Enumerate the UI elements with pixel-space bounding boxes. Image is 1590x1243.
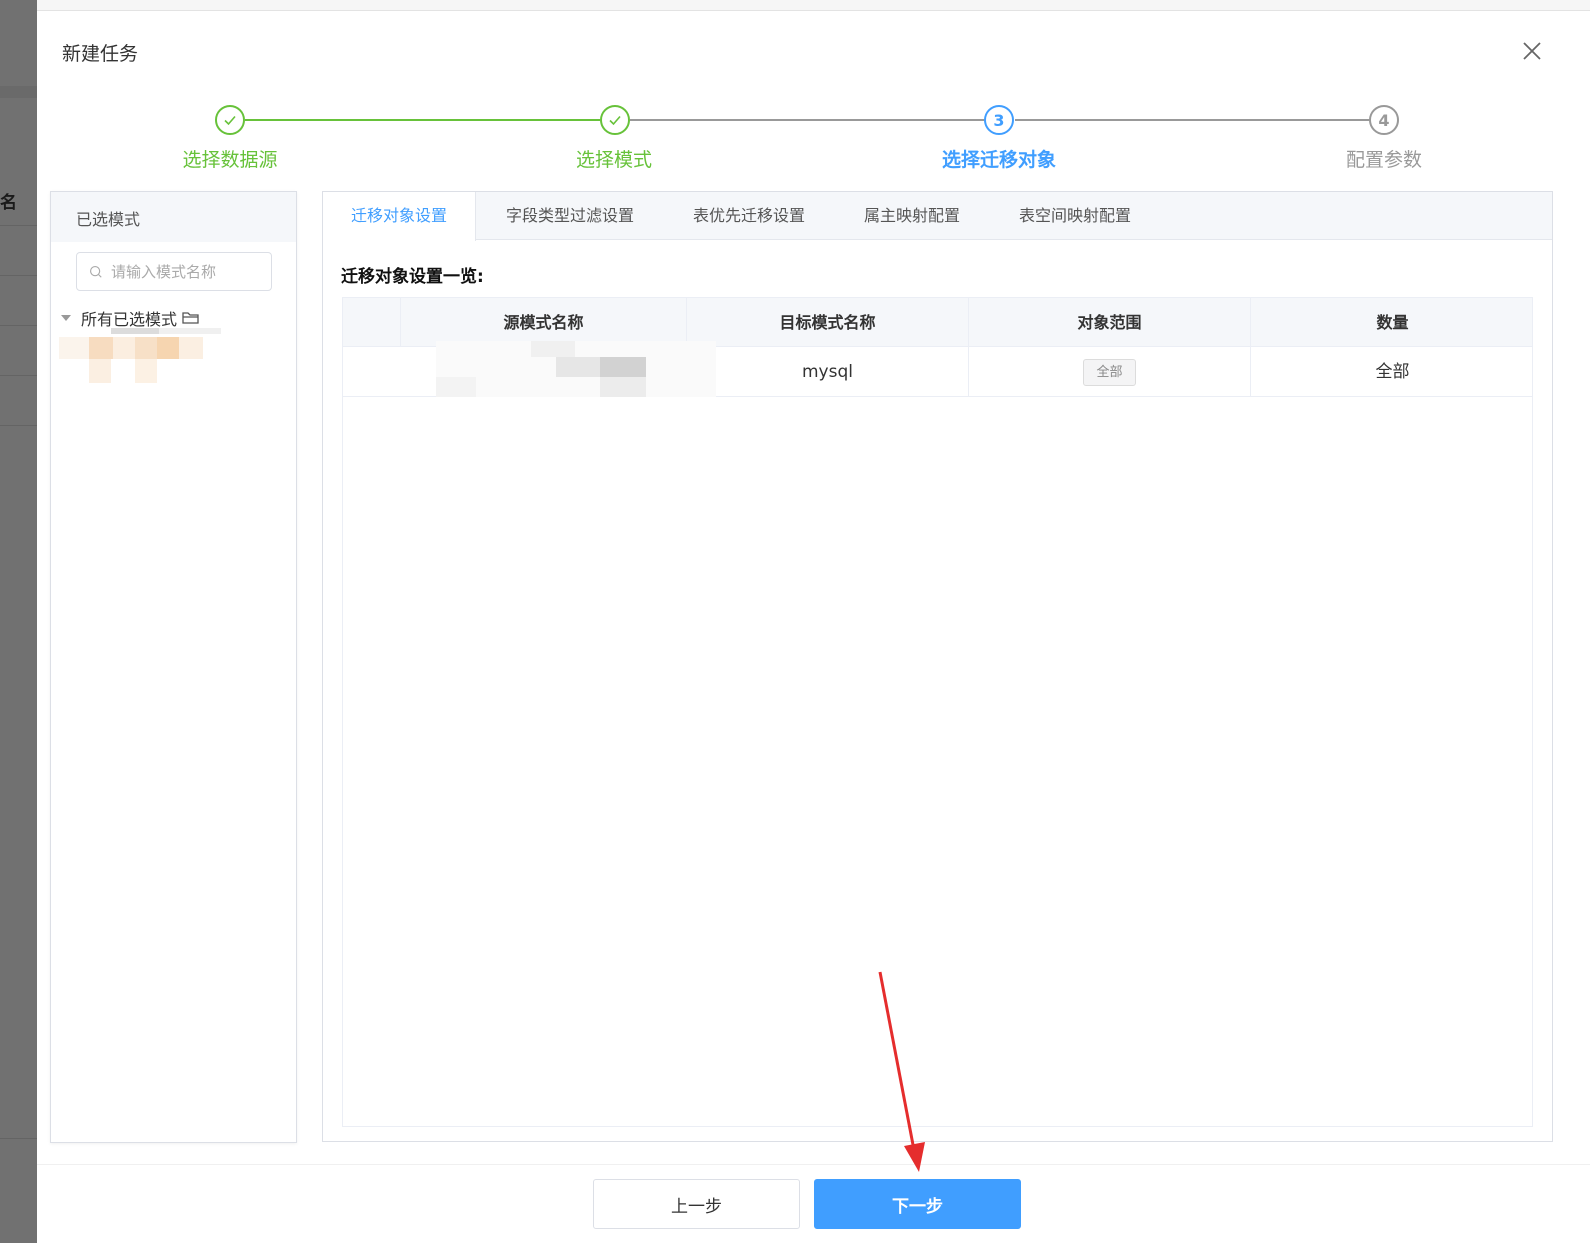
schema-search-input[interactable] bbox=[111, 262, 271, 281]
next-step-button[interactable]: 下一步 bbox=[814, 1179, 1021, 1229]
step-progress: 3 4 选择数据源 选择模式 选择迁移对象 配置参数 bbox=[37, 11, 1590, 191]
migration-objects-panel: 迁移对象设置 字段类型过滤设置 表优先迁移设置 属主映射配置 表空间映射配置 迁… bbox=[322, 191, 1553, 1142]
top-bar bbox=[37, 0, 1590, 11]
tree-root-label: 所有已选模式 bbox=[81, 310, 178, 329]
settings-tabs: 迁移对象设置 字段类型过滤设置 表优先迁移设置 属主映射配置 表空间映射配置 bbox=[323, 192, 1552, 241]
select-cell[interactable] bbox=[343, 347, 401, 397]
previous-step-button[interactable]: 上一步 bbox=[593, 1179, 800, 1229]
backdrop-divider bbox=[0, 425, 37, 426]
step-connector bbox=[245, 119, 600, 121]
source-schema-cell bbox=[401, 341, 716, 397]
new-task-dialog: 新建任务 3 4 选择数据源 选择模式 选择迁移对象 配置参数 已选模式 所有已… bbox=[37, 11, 1590, 1243]
backdrop-overlay bbox=[0, 0, 37, 1243]
step-1-check-icon bbox=[215, 105, 245, 135]
migration-objects-table: 源模式名称 目标模式名称 对象范围 数量 mysql 全部 全部 bbox=[342, 297, 1533, 1127]
panel-header: 已选模式 bbox=[51, 192, 296, 242]
column-header-target-schema: 目标模式名称 bbox=[687, 298, 969, 347]
step-2-label: 选择模式 bbox=[575, 149, 652, 171]
tab-owner-mapping[interactable]: 属主映射配置 bbox=[845, 192, 979, 240]
tab-tablespace-mapping[interactable]: 表空间映射配置 bbox=[999, 192, 1151, 240]
tab-table-priority[interactable]: 表优先迁移设置 bbox=[673, 192, 825, 240]
column-header-source-schema: 源模式名称 bbox=[401, 298, 687, 347]
step-1-label: 选择数据源 bbox=[182, 149, 278, 171]
backdrop-text: 名 bbox=[0, 193, 17, 213]
dialog-footer: 上一步 下一步 bbox=[37, 1164, 1590, 1243]
tab-field-type-filter[interactable]: 字段类型过滤设置 bbox=[485, 192, 655, 240]
count-cell: 全部 bbox=[1375, 362, 1410, 382]
tab-migration-objects[interactable]: 迁移对象设置 bbox=[323, 192, 476, 241]
step-connector bbox=[1015, 119, 1370, 121]
section-title: 迁移对象设置一览: bbox=[341, 267, 484, 287]
backdrop-divider bbox=[0, 375, 37, 376]
step-connector bbox=[630, 119, 985, 121]
step-3-number: 3 bbox=[984, 105, 1014, 135]
table-row[interactable]: mysql 全部 全部 bbox=[343, 341, 1532, 397]
column-header-object-scope: 对象范围 bbox=[969, 298, 1251, 347]
object-scope-cell: 全部 bbox=[969, 347, 1251, 397]
table-header: 源模式名称 目标模式名称 对象范围 数量 bbox=[343, 298, 1532, 347]
search-icon bbox=[90, 265, 102, 278]
selected-schemas-panel: 已选模式 所有已选模式 bbox=[50, 191, 297, 1143]
backdrop-divider bbox=[0, 325, 37, 326]
caret-down-icon[interactable] bbox=[61, 315, 71, 321]
column-header-select bbox=[343, 298, 401, 347]
folder-icon bbox=[182, 312, 199, 324]
backdrop-divider bbox=[0, 1138, 37, 1139]
column-header-count: 数量 bbox=[1376, 313, 1409, 332]
backdrop-divider bbox=[0, 275, 37, 276]
redacted-source-name bbox=[436, 341, 716, 399]
target-schema-cell: mysql bbox=[687, 347, 969, 397]
step-2-check-icon bbox=[600, 105, 630, 135]
backdrop-divider bbox=[0, 225, 37, 226]
schema-search[interactable] bbox=[76, 252, 272, 291]
scope-tag[interactable]: 全部 bbox=[1083, 358, 1136, 386]
backdrop-strip bbox=[0, 86, 37, 98]
step-3-label: 选择迁移对象 bbox=[941, 149, 1056, 171]
tree-root-node[interactable]: 所有已选模式 bbox=[61, 306, 201, 330]
step-4-number: 4 bbox=[1369, 105, 1399, 135]
step-4-label: 配置参数 bbox=[1345, 149, 1422, 171]
